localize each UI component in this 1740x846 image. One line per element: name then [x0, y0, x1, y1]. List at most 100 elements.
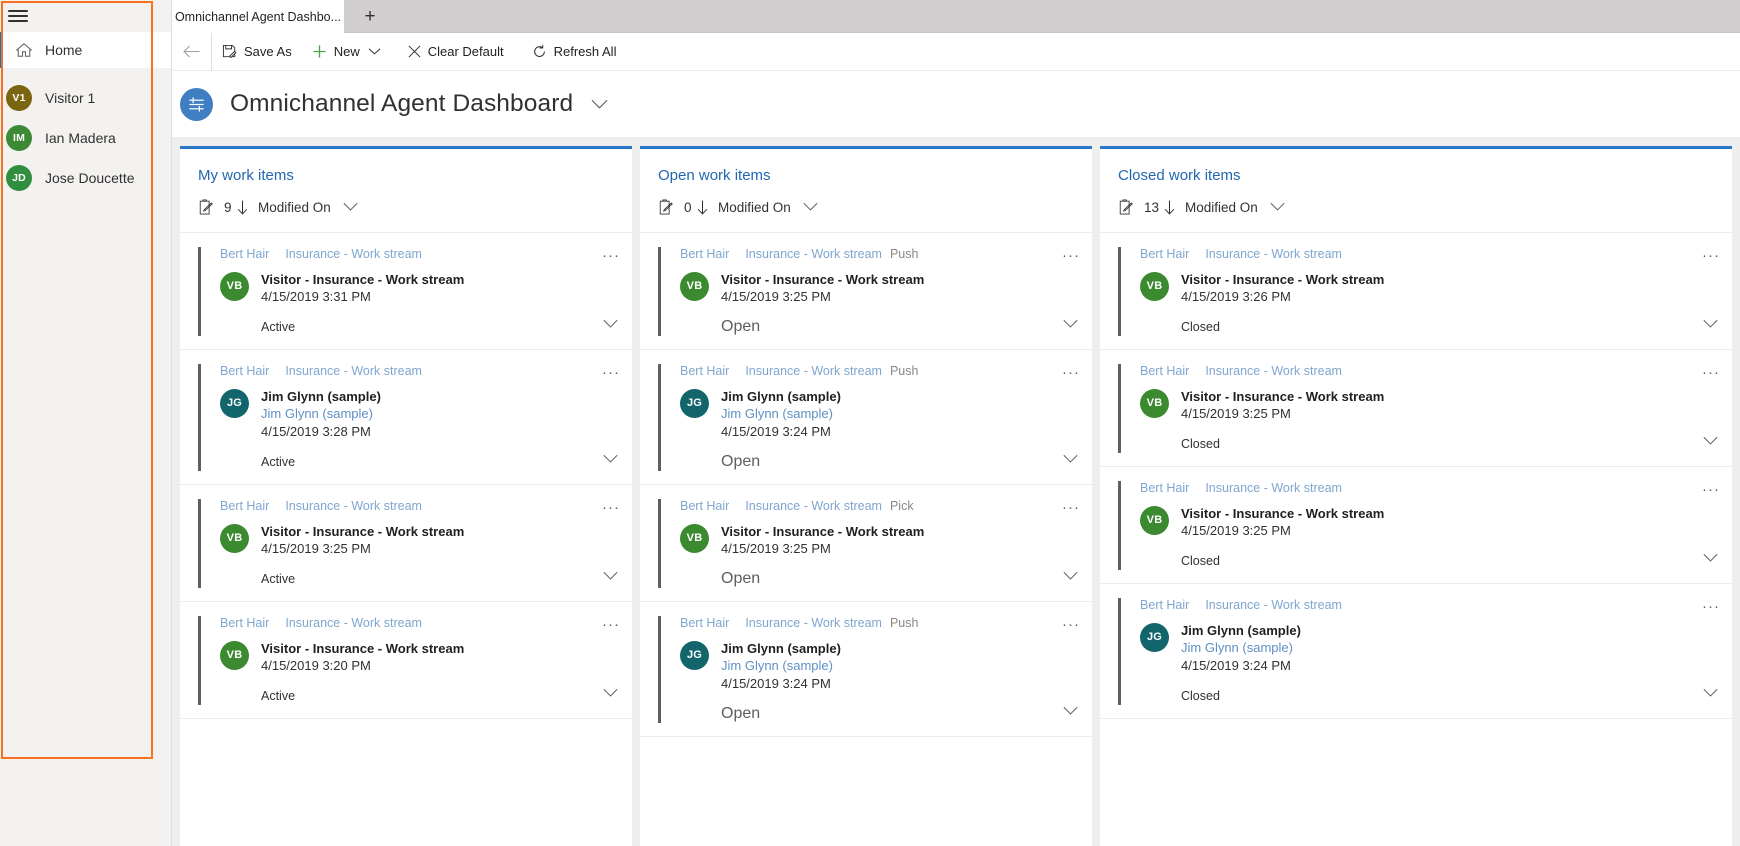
card-expand-button[interactable]: [1058, 566, 1082, 586]
sort-field-dropdown[interactable]: [803, 202, 818, 212]
column-title[interactable]: Closed work items: [1118, 167, 1732, 184]
sort-direction-button[interactable]: [237, 200, 248, 215]
card-owner-link[interactable]: Bert Hair: [680, 499, 729, 513]
card-workstream-link[interactable]: Insurance - Work stream: [745, 364, 882, 378]
work-item-list: Bert Hair Insurance - Work stream ··· VB Vis…: [180, 233, 632, 719]
card-owner-link[interactable]: Bert Hair: [220, 616, 269, 630]
work-item-card[interactable]: Bert Hair Insurance - Work stream Push ··· V…: [640, 233, 1092, 350]
card-subtitle-link[interactable]: Jim Glynn (sample): [261, 405, 381, 423]
card-more-options-button[interactable]: ···: [1058, 245, 1084, 265]
card-workstream-link[interactable]: Insurance - Work stream: [1205, 364, 1342, 378]
avatar: VB: [1140, 389, 1169, 418]
avatar: VB: [220, 641, 249, 670]
card-expand-button[interactable]: [1698, 548, 1722, 568]
card-expand-button[interactable]: [598, 449, 622, 469]
card-owner-link[interactable]: Bert Hair: [1140, 598, 1189, 612]
card-text-lines: Visitor - Insurance - Work stream 4/15/20…: [1181, 388, 1384, 423]
card-more-options-button[interactable]: ···: [598, 362, 624, 382]
work-item-card[interactable]: Bert Hair Insurance - Work stream Push ··· J…: [640, 350, 1092, 485]
card-owner-link[interactable]: Bert Hair: [220, 247, 269, 261]
card-workstream-link[interactable]: Insurance - Work stream: [285, 499, 422, 513]
card-expand-button[interactable]: [598, 314, 622, 334]
new-dropdown-caret[interactable]: [364, 33, 386, 71]
card-owner-link[interactable]: Bert Hair: [680, 364, 729, 378]
card-subtitle-link[interactable]: Jim Glynn (sample): [721, 405, 841, 423]
card-more-options-button[interactable]: ···: [1058, 614, 1084, 634]
card-subtitle-link[interactable]: Jim Glynn (sample): [1181, 639, 1301, 657]
card-more-options-button[interactable]: ···: [1698, 245, 1724, 265]
card-expand-button[interactable]: [1698, 314, 1722, 334]
save-as-button[interactable]: Save As: [212, 33, 302, 71]
sort-direction-button[interactable]: [1164, 200, 1175, 215]
tab-omnichannel-agent-dashboard[interactable]: Omnichannel Agent Dashbo...: [172, 0, 344, 33]
work-item-card[interactable]: Bert Hair Insurance - Work stream ··· VB Vis…: [1100, 467, 1732, 584]
back-button[interactable]: [172, 32, 212, 71]
chevron-down-icon: [1702, 319, 1718, 328]
sidebar-toggle-row[interactable]: [0, 0, 171, 32]
dashboard-selector-caret[interactable]: [591, 99, 608, 110]
sidebar-item-home[interactable]: Home: [0, 32, 171, 68]
card-owner-link[interactable]: Bert Hair: [220, 364, 269, 378]
card-workstream-link[interactable]: Insurance - Work stream: [1205, 481, 1342, 495]
card-expand-button[interactable]: [1058, 449, 1082, 469]
work-item-card[interactable]: Bert Hair Insurance - Work stream ··· VB Vis…: [180, 602, 632, 719]
card-expand-button[interactable]: [1058, 701, 1082, 721]
work-item-card[interactable]: Bert Hair Insurance - Work stream ··· VB Vis…: [1100, 233, 1732, 350]
work-item-card[interactable]: Bert Hair Insurance - Work stream ··· VB Vis…: [1100, 350, 1732, 467]
card-more-options-button[interactable]: ···: [1058, 497, 1084, 517]
card-expand-button[interactable]: [1698, 683, 1722, 703]
card-more-options-button[interactable]: ···: [1698, 479, 1724, 499]
clear-default-button[interactable]: Clear Default: [398, 33, 514, 71]
sort-field-label[interactable]: Modified On: [718, 200, 791, 215]
card-workstream-link[interactable]: Insurance - Work stream: [285, 247, 422, 261]
card-owner-link[interactable]: Bert Hair: [680, 247, 729, 261]
card-workstream-link[interactable]: Insurance - Work stream: [285, 364, 422, 378]
card-workstream-link[interactable]: Insurance - Work stream: [745, 616, 882, 630]
card-workstream-link[interactable]: Insurance - Work stream: [1205, 247, 1342, 261]
card-more-options-button[interactable]: ···: [598, 497, 624, 517]
new-button[interactable]: New: [302, 33, 364, 71]
sidebar-item-ian-madera[interactable]: IM Ian Madera: [0, 118, 171, 158]
card-expand-button[interactable]: [598, 566, 622, 586]
card-expand-button[interactable]: [1058, 314, 1082, 334]
clear-default-label: Clear Default: [427, 44, 504, 59]
work-item-card[interactable]: Bert Hair Insurance - Work stream ··· VB Vis…: [180, 233, 632, 350]
card-owner-link[interactable]: Bert Hair: [1140, 364, 1189, 378]
sidebar-item-visitor-1[interactable]: V1 Visitor 1: [0, 78, 171, 118]
avatar: VB: [1140, 506, 1169, 535]
card-subtitle-link[interactable]: Jim Glynn (sample): [721, 657, 841, 675]
card-more-options-button[interactable]: ···: [598, 614, 624, 634]
card-more-options-button[interactable]: ···: [1058, 362, 1084, 382]
card-owner-link[interactable]: Bert Hair: [1140, 247, 1189, 261]
new-tab-button[interactable]: +: [352, 0, 388, 33]
column-title[interactable]: Open work items: [658, 167, 1092, 184]
work-item-icon: [199, 199, 213, 215]
refresh-all-button[interactable]: Refresh All: [522, 33, 627, 71]
card-workstream-link[interactable]: Insurance - Work stream: [285, 616, 422, 630]
card-workstream-link[interactable]: Insurance - Work stream: [1205, 598, 1342, 612]
card-more-options-button[interactable]: ···: [598, 245, 624, 265]
card-expand-button[interactable]: [1698, 431, 1722, 451]
card-owner-link[interactable]: Bert Hair: [1140, 481, 1189, 495]
card-more-options-button[interactable]: ···: [1698, 362, 1724, 382]
sort-direction-button[interactable]: [697, 200, 708, 215]
card-owner-link[interactable]: Bert Hair: [680, 616, 729, 630]
sort-field-dropdown[interactable]: [343, 202, 358, 212]
work-item-card[interactable]: Bert Hair Insurance - Work stream Pick ··· V…: [640, 485, 1092, 602]
sort-field-label[interactable]: Modified On: [258, 200, 331, 215]
work-item-card[interactable]: Bert Hair Insurance - Work stream ··· VB Vis…: [180, 485, 632, 602]
card-owner-link[interactable]: Bert Hair: [220, 499, 269, 513]
hamburger-icon[interactable]: [8, 8, 28, 24]
sort-field-label[interactable]: Modified On: [1185, 200, 1258, 215]
card-workstream-link[interactable]: Insurance - Work stream: [745, 499, 882, 513]
work-item-card[interactable]: Bert Hair Insurance - Work stream ··· JG Jim…: [1100, 584, 1732, 719]
card-more-options-button[interactable]: ···: [1698, 596, 1724, 616]
sidebar-item-jose-doucette[interactable]: JD Jose Doucette: [0, 158, 171, 198]
work-item-card[interactable]: Bert Hair Insurance - Work stream ··· JG Jim…: [180, 350, 632, 485]
work-item-card[interactable]: Bert Hair Insurance - Work stream Push ··· J…: [640, 602, 1092, 737]
column-title[interactable]: My work items: [198, 167, 632, 184]
card-expand-button[interactable]: [598, 683, 622, 703]
column-meta: 0 Modified On: [658, 196, 1092, 218]
sort-field-dropdown[interactable]: [1270, 202, 1285, 212]
card-workstream-link[interactable]: Insurance - Work stream: [745, 247, 882, 261]
